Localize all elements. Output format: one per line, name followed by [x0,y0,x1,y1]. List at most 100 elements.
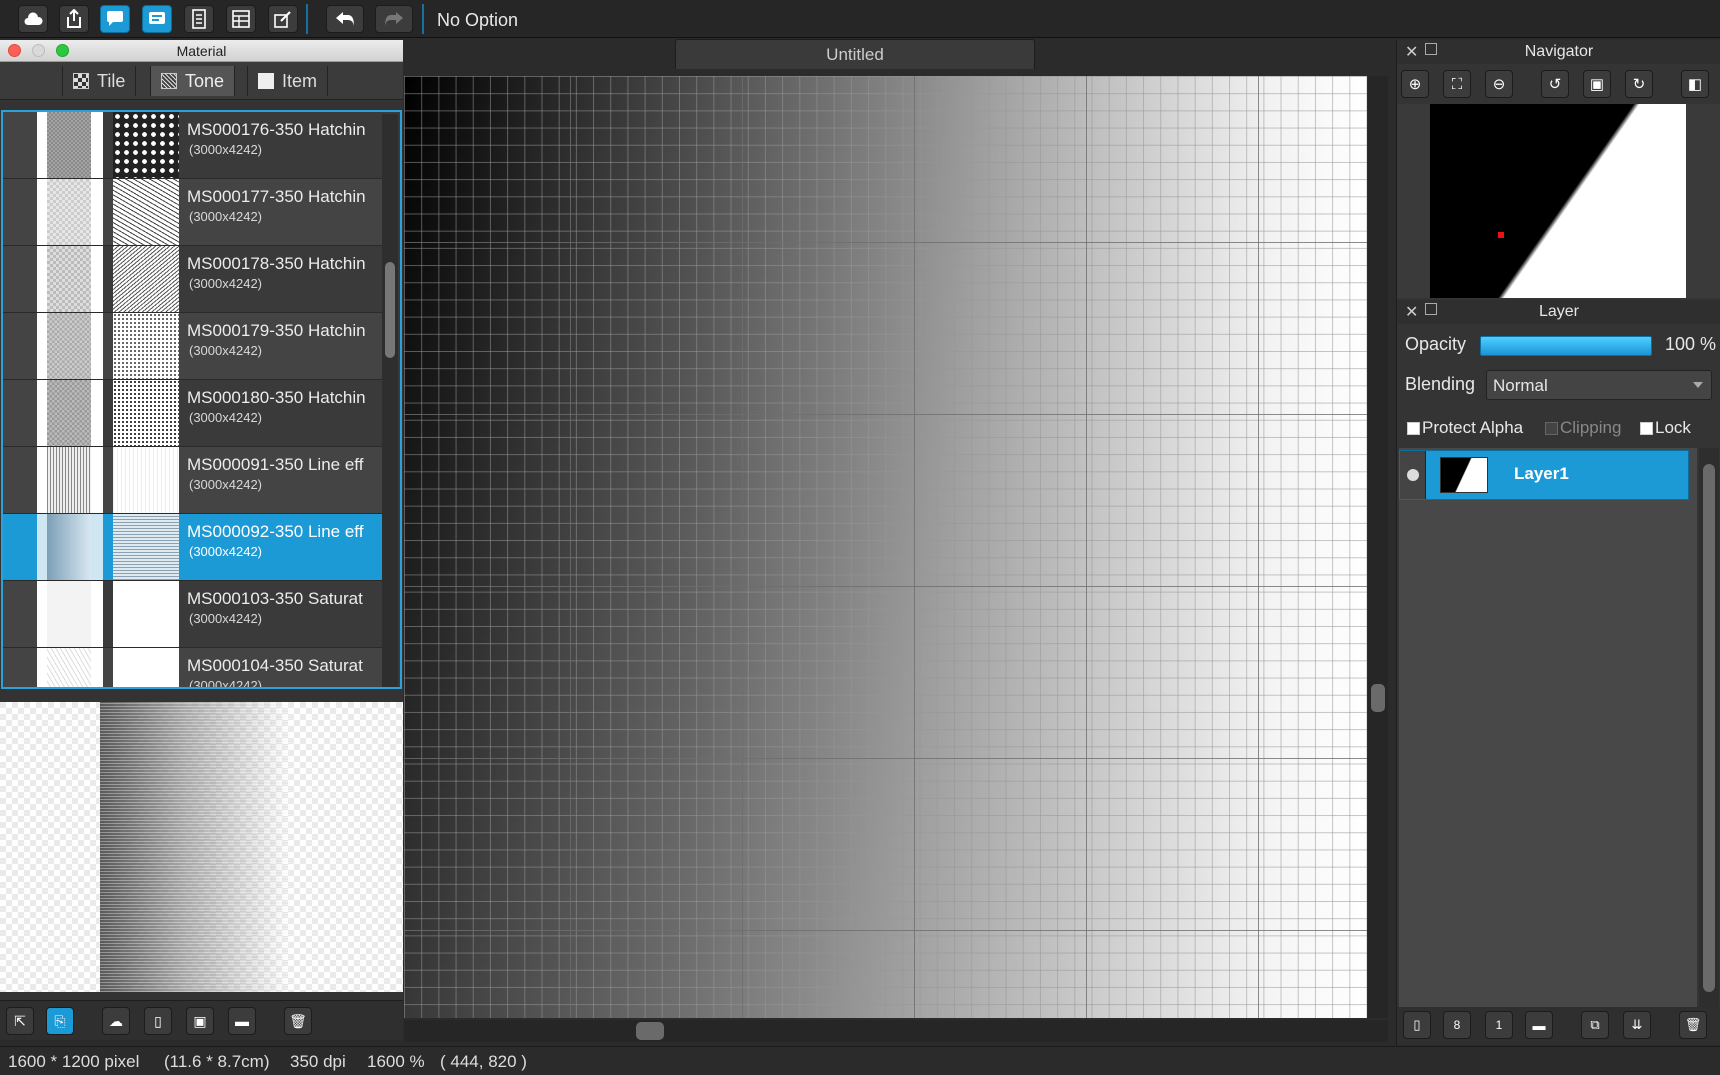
list-item[interactable]: MS000103-350 Saturat (3000x4242) [3,581,384,648]
zoom-in-button[interactable]: ⊕ [1401,70,1429,98]
document-icon: ▯ [154,1012,162,1029]
add-layer-button[interactable]: ▯ [1403,1011,1431,1039]
list-item[interactable]: MS000091-350 Line eff (3000x4242) [3,447,384,514]
edit-button[interactable] [268,5,298,33]
scrollbar-thumb[interactable] [1703,464,1715,992]
tone-swatch [3,447,37,513]
tone-swatch [3,514,37,580]
add-image-button[interactable]: ▣ [186,1007,214,1035]
reset-view-button[interactable]: ▣ [1583,70,1611,98]
navigator-preview[interactable] [1397,104,1720,298]
add-folder-button[interactable]: ▬ [1525,1011,1553,1039]
add-8bit-layer-button[interactable]: 8 [1443,1011,1471,1039]
layer-row[interactable]: Layer1 [1399,450,1689,500]
blending-select[interactable]: Normal [1486,370,1712,400]
tone-thumbnail [113,112,179,178]
delete-layer-button[interactable]: 🗑 [1679,1011,1707,1039]
layer-header: ✕ Layer [1397,300,1720,324]
tone-preview [37,581,103,647]
document-tab[interactable]: Untitled [675,39,1035,69]
fit-button[interactable]: ⛶ [1443,70,1471,98]
tone-preview [37,179,103,245]
cloud-download-button[interactable]: ☁ [102,1007,130,1035]
tone-preview [37,648,103,687]
add-1bit-layer-button[interactable]: 1 [1485,1011,1513,1039]
material-title: Material [176,43,227,59]
lock-checkbox[interactable]: Lock [1640,418,1691,438]
material-name: MS000091-350 Line eff [187,455,364,474]
tone-thumbnail [113,581,179,647]
import-button[interactable]: ⇱ [6,1007,34,1035]
document-button[interactable] [184,5,214,33]
tone-thumbnail [113,447,179,513]
scrollbar-thumb[interactable] [636,1022,664,1040]
folder-icon: ▬ [1532,1017,1546,1033]
list-item[interactable]: MS000176-350 Hatchin (3000x4242) [3,112,384,179]
rotate-left-button[interactable]: ↺ [1541,70,1569,98]
drawing-canvas[interactable] [404,76,1367,1018]
material-list: MS000176-350 Hatchin (3000x4242) MS00017… [1,110,402,689]
layers-scrollbar[interactable] [1699,448,1719,1008]
scrollbar-thumb[interactable] [385,262,395,358]
tile-icon [73,73,89,89]
status-zoom: 1600 % [367,1052,425,1071]
list-item[interactable]: MS000177-350 Hatchin (3000x4242) [3,179,384,246]
canvas-horizontal-scrollbar[interactable] [404,1020,1388,1042]
scrollbar-thumb[interactable] [1371,684,1385,712]
list-item[interactable]: MS000178-350 Hatchin (3000x4242) [3,246,384,313]
tab-tone-label: Tone [185,70,225,91]
list-item-selected[interactable]: MS000092-350 Line eff (3000x4242) [3,514,384,581]
material-name: MS000177-350 Hatchin [187,187,366,206]
redo-button[interactable] [375,5,413,33]
list-item[interactable]: MS000104-350 Saturat (3000x4242) [3,648,384,687]
material-panel: Material Tile Tone Item MS000176-350 Hat… [0,40,403,1040]
navigator-title: Navigator [1524,43,1594,60]
new-material-button[interactable]: ▯ [144,1007,172,1035]
tab-item[interactable]: Item [247,66,329,96]
folder-button[interactable]: ▬ [228,1007,256,1035]
delete-material-button[interactable]: 🗑 [284,1007,312,1035]
tone-swatch [3,648,37,687]
canvas-vertical-scrollbar[interactable] [1368,76,1388,1018]
zoom-out-button[interactable]: ⊖ [1485,70,1513,98]
duplicate-layer-button[interactable]: ⧉ [1581,1011,1609,1039]
tab-tile[interactable]: Tile [62,66,137,96]
trash-icon: 🗑 [1684,1017,1702,1032]
clipping-checkbox[interactable]: Clipping [1545,418,1621,438]
tone-preview [37,380,103,446]
list-item[interactable]: MS000179-350 Hatchin (3000x4242) [3,313,384,380]
clipping-label: Clipping [1560,418,1622,437]
tone-preview [37,514,103,580]
material-scrollbar[interactable] [382,114,398,687]
cloud-button[interactable] [18,5,48,33]
protect-alpha-checkbox[interactable]: Protect Alpha [1407,418,1523,438]
zoom-in-icon: ⊕ [1408,76,1422,93]
material-preview [0,702,403,992]
tone-thumbnail [113,246,179,312]
undo-button[interactable] [326,5,364,33]
paste-tone-button[interactable]: ⎘ [46,1007,74,1035]
merge-layer-button[interactable]: ⇊ [1623,1011,1651,1039]
tone-swatch [3,380,37,446]
toolbar-divider [422,4,424,34]
share-button[interactable] [59,5,89,33]
opacity-slider[interactable] [1480,336,1652,356]
material-dims: (3000x4242) [189,343,262,358]
material-bottom-toolbar: ⇱ ⎘ ☁ ▯ ▣ ▬ 🗑 [0,1000,403,1040]
tab-tone[interactable]: Tone [150,66,236,96]
navigator-thumbnail [1430,104,1686,298]
panel-button[interactable] [226,5,256,33]
blending-label: Blending [1405,374,1476,394]
material-name: MS000176-350 Hatchin [187,120,366,139]
flip-button[interactable]: ◧ [1681,70,1709,98]
layer-visibility-toggle[interactable] [1400,451,1426,499]
rotate-right-button[interactable]: ↻ [1625,70,1653,98]
chat-button[interactable] [100,5,130,33]
notice-icon [149,12,165,24]
import-icon: ⇱ [14,1012,26,1029]
notice-button[interactable] [142,5,172,33]
list-item[interactable]: MS000180-350 Hatchin (3000x4242) [3,380,384,447]
tone-swatch [3,112,37,178]
material-dims: (3000x4242) [189,209,262,224]
material-dims: (3000x4242) [189,410,262,425]
